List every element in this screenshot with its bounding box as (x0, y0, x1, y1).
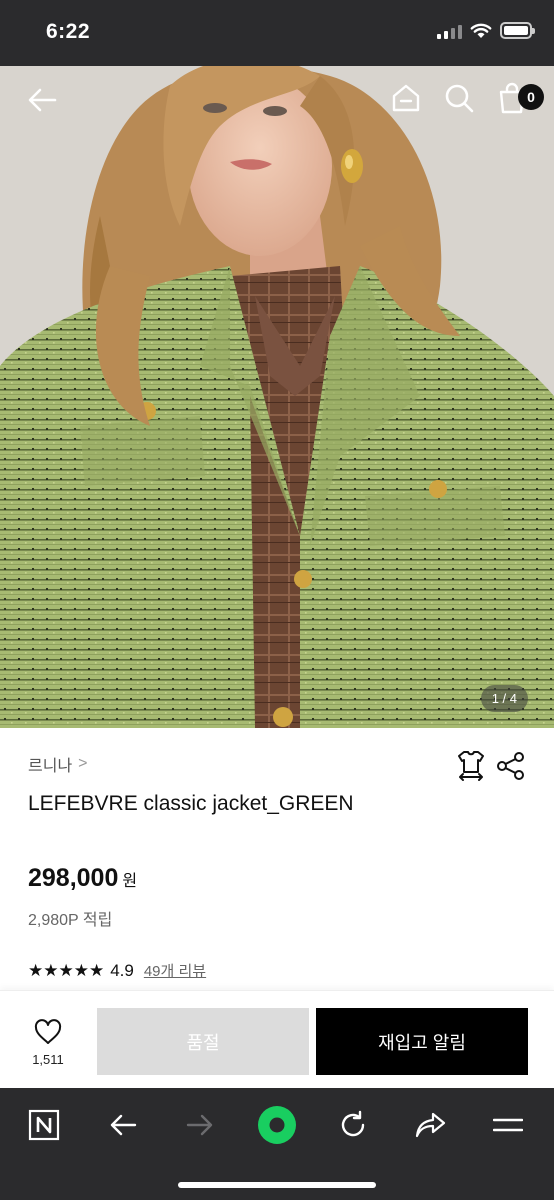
menu-button[interactable] (485, 1102, 531, 1148)
forward-icon (186, 1114, 213, 1136)
share-button[interactable] (496, 752, 526, 785)
image-counter: 1 / 4 (480, 685, 528, 712)
search-button[interactable] (441, 80, 477, 116)
restock-alert-button[interactable]: 재입고 알림 (316, 1008, 528, 1075)
points-earned: 2,980P 적립 (28, 912, 113, 929)
browser-toolbar (0, 1088, 554, 1200)
like-button[interactable]: 1,511 (22, 1019, 74, 1067)
screen: 6:22 0 1 / 4 르니나 > LEFEBVRE classic jack… (0, 0, 554, 1200)
status-time: 6:22 (46, 20, 91, 43)
menu-icon (493, 1118, 523, 1132)
cart-count-badge: 0 (518, 84, 544, 110)
star-rating-icon: ★★★★★ (28, 960, 105, 980)
chevron-right-icon: > (78, 755, 88, 772)
product-image[interactable]: 0 1 / 4 (0, 66, 554, 728)
rating-value: 4.9 (110, 960, 134, 980)
share-icon (415, 1112, 446, 1138)
home-button[interactable] (388, 80, 424, 116)
status-icons (437, 22, 535, 39)
search-icon (445, 84, 474, 113)
back-arrow-icon (28, 88, 57, 112)
product-name: LEFEBVRE classic jacket_GREEN (28, 792, 354, 815)
rating-row: ★★★★★ 4.9 49개 리뷰 (28, 960, 206, 981)
price: 298,000 원 (28, 864, 137, 893)
heart-icon (34, 1019, 62, 1044)
refresh-icon (341, 1110, 365, 1137)
cart-button[interactable]: 0 (494, 80, 544, 116)
green-dot-icon (258, 1106, 296, 1144)
share-icon (497, 752, 524, 780)
purchase-bar: 1,511 품절 재입고 알림 (0, 990, 554, 1088)
signal-icon (437, 23, 462, 39)
naver-icon (28, 1109, 60, 1141)
brand-link[interactable]: 르니나 > (28, 752, 88, 776)
like-count: 1,511 (32, 1052, 64, 1067)
home-icon (392, 84, 420, 112)
soldout-button[interactable]: 품절 (97, 1008, 309, 1075)
browser-share-button[interactable] (408, 1102, 454, 1148)
refresh-button[interactable] (330, 1102, 376, 1148)
wifi-icon (470, 23, 492, 38)
size-guide-icon (458, 751, 484, 781)
battery-icon (500, 22, 535, 39)
price-value: 298,000 (28, 864, 119, 892)
green-dot-button[interactable] (254, 1102, 300, 1148)
browser-back-button[interactable] (100, 1102, 146, 1148)
browser-forward-button[interactable] (177, 1102, 223, 1148)
reviews-link[interactable]: 49개 리뷰 (144, 960, 206, 981)
status-bar: 6:22 (0, 0, 554, 66)
price-unit: 원 (122, 873, 138, 890)
brand-name: 르니나 (28, 758, 73, 775)
naver-button[interactable] (21, 1102, 67, 1148)
back-icon (110, 1114, 137, 1136)
size-guide-button[interactable] (454, 748, 488, 787)
back-button[interactable] (24, 82, 60, 118)
home-indicator (178, 1182, 376, 1188)
model-photo (0, 66, 554, 728)
